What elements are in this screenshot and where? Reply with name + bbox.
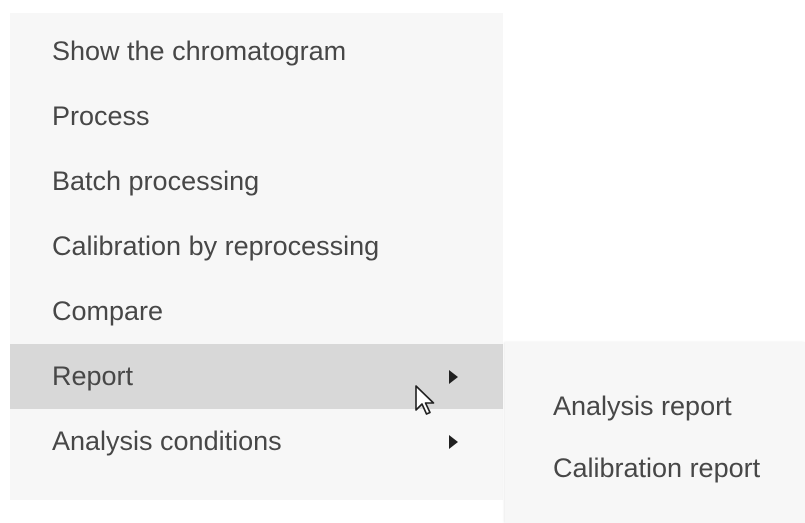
menu-item-label: Compare [52,296,164,326]
submenu-item-analysis-report[interactable]: Analysis report [505,375,805,437]
screen: Show the chromatogram Process Batch proc… [0,0,805,523]
submenu-item-label: Analysis report [553,390,732,421]
submenu-arrow-icon [449,369,458,384]
menu-item-analysis-conditions[interactable]: Analysis conditions [10,409,503,474]
report-submenu: Analysis report Calibration report [505,342,805,523]
menu-item-label: Show the chromatogram [52,36,347,66]
menu-item-label: Report [52,361,134,391]
menu-item-show-chromatogram[interactable]: Show the chromatogram [10,19,503,84]
menu-item-compare[interactable]: Compare [10,279,503,344]
menu-item-process[interactable]: Process [10,84,503,149]
menu-item-label: Process [52,101,150,131]
submenu-item-label: Calibration report [553,452,761,483]
submenu-arrow-icon [449,434,458,449]
context-menu: Show the chromatogram Process Batch proc… [10,13,503,500]
menu-item-label: Analysis conditions [52,426,282,456]
menu-item-report[interactable]: Report [10,344,503,409]
menu-item-batch-processing[interactable]: Batch processing [10,149,503,214]
menu-item-calibration-by-reprocessing[interactable]: Calibration by reprocessing [10,214,503,279]
menu-item-label: Batch processing [52,166,260,196]
menu-item-label: Calibration by reprocessing [52,231,380,261]
submenu-item-calibration-report[interactable]: Calibration report [505,437,805,499]
